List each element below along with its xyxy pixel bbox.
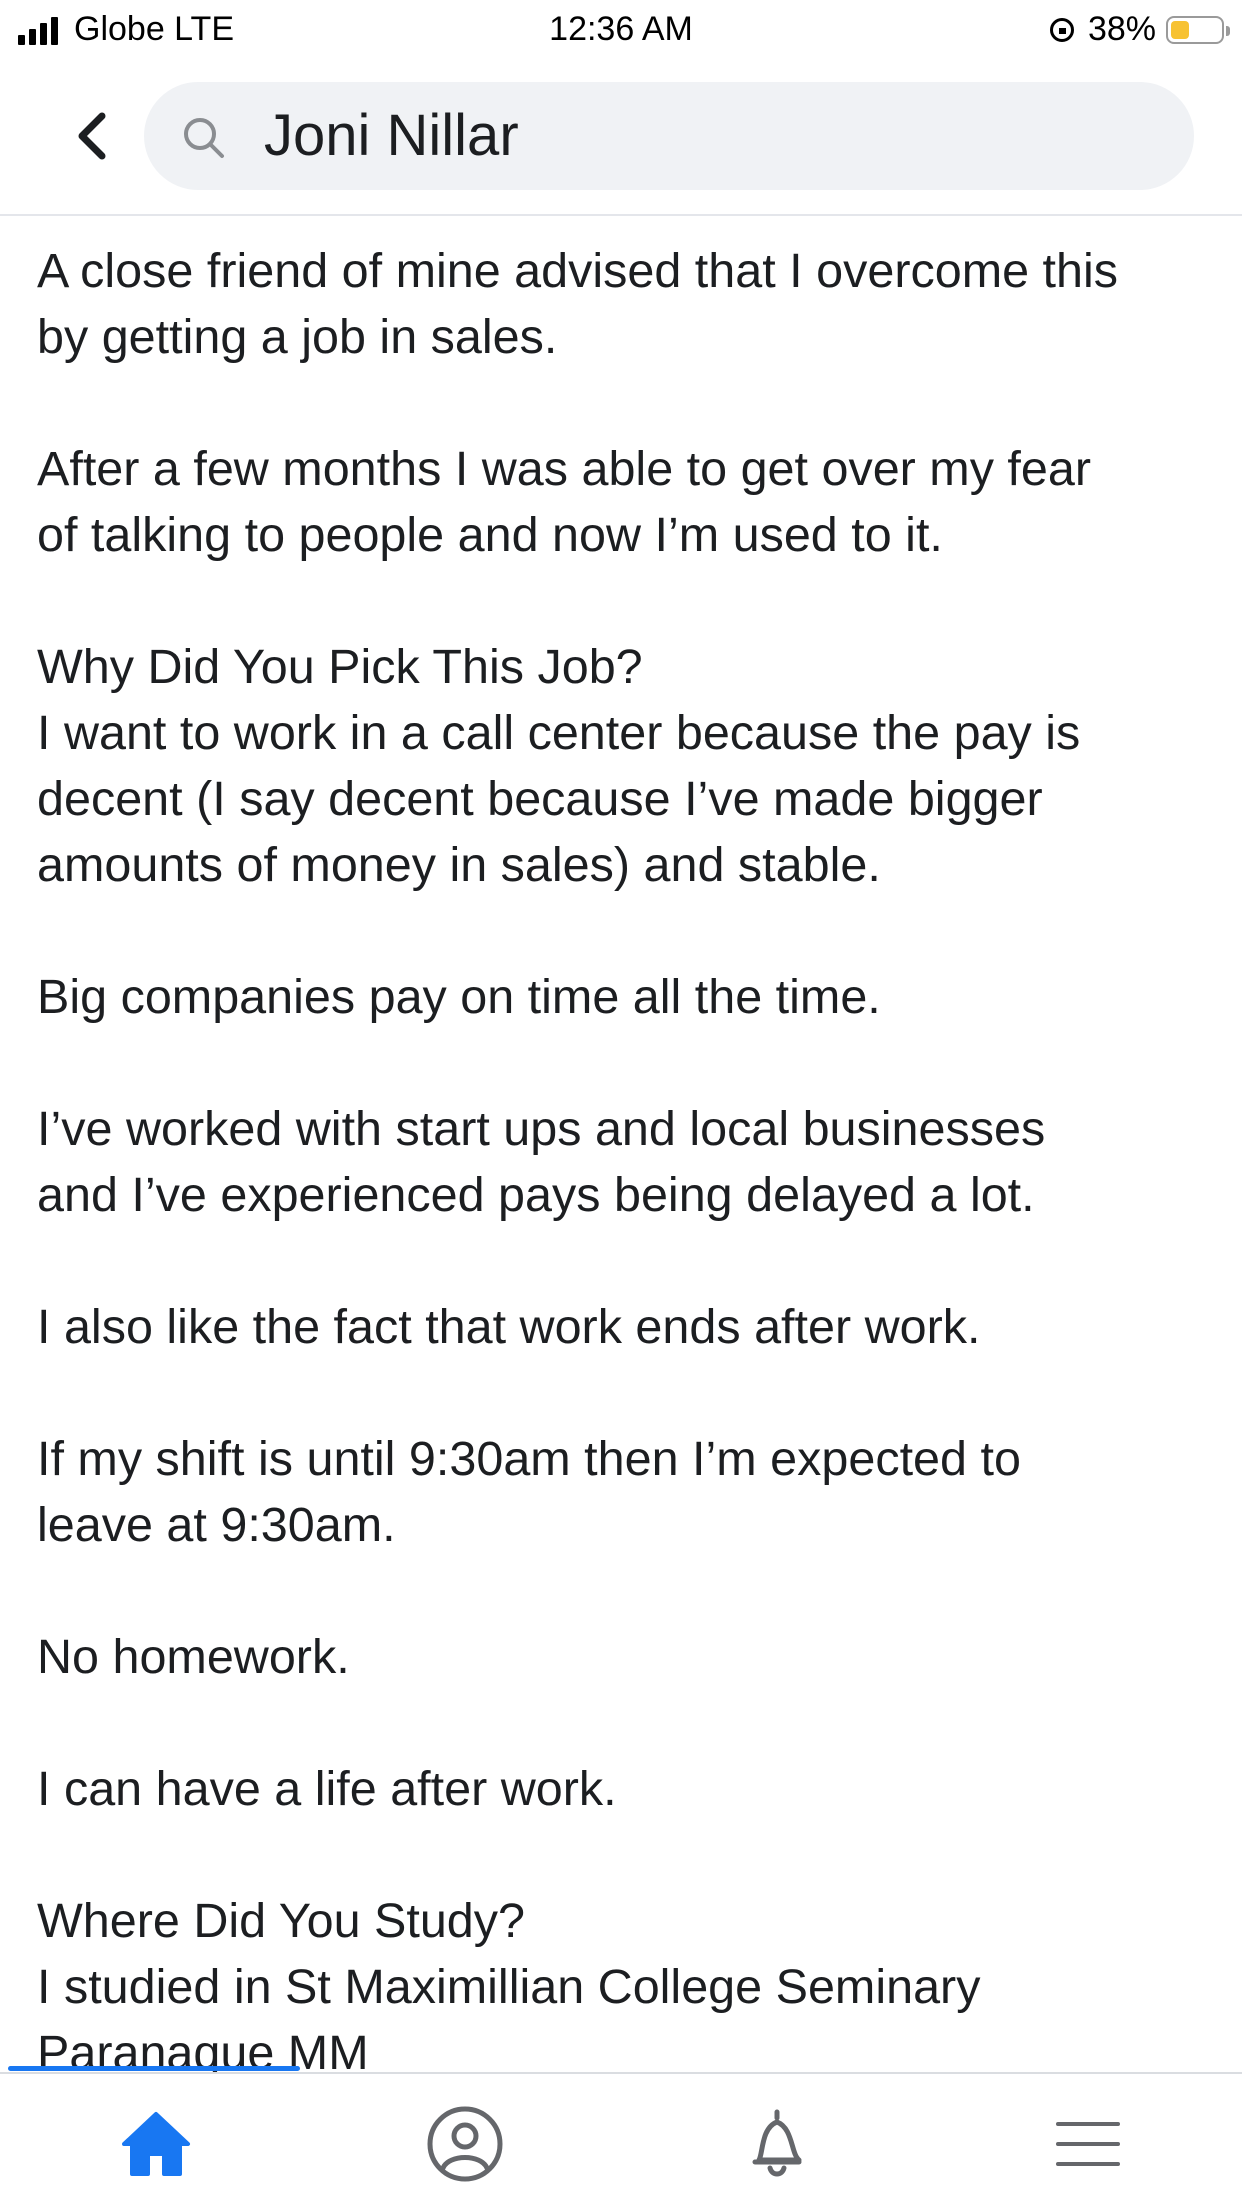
post-paragraph: I can have a life after work. [37, 1756, 1207, 1822]
profile-icon [427, 2106, 503, 2182]
post-text-line: I want to work in a call center because … [37, 706, 1081, 760]
orientation-lock-icon [1049, 17, 1074, 42]
menu-icon [1056, 2122, 1120, 2166]
app-screen: Globe LTE 12:36 AM 38% Joni Nillar A clo… [0, 0, 1242, 2208]
bottom-tab-bar [0, 2066, 1242, 2208]
post-text-line: of talking to people and now I’m used to… [37, 508, 943, 562]
post-text-line: leave at 9:30am. [37, 1498, 396, 1552]
post-paragraph: After a few months I was able to get ove… [37, 436, 1207, 568]
post-text-line: I can have a life after work. [37, 1762, 617, 1816]
post-paragraph: A close friend of mine advised that I ov… [37, 238, 1207, 370]
status-bar: Globe LTE 12:36 AM 38% [0, 0, 1242, 62]
search-icon [184, 118, 224, 158]
chevron-left-icon [78, 112, 106, 160]
post-text-line: No homework. [37, 1630, 350, 1684]
post-text-line: Where Did You Study? [37, 1894, 526, 1948]
post-text-line: Why Did You Pick This Job? [37, 640, 643, 694]
bell-icon [752, 2109, 802, 2177]
post-text-line: I studied in St Maximillian College Semi… [37, 1960, 981, 2014]
post-text-line: decent (I say decent because I’ve made b… [37, 772, 1043, 826]
post-paragraph: Why Did You Pick This Job? I want to work… [37, 634, 1207, 898]
post-paragraph: I also like the fact that work ends afte… [37, 1294, 1207, 1360]
post-paragraph: Where Did You Study? I studied in St Maxi… [37, 1888, 1207, 2073]
tab-menu[interactable] [1048, 2104, 1128, 2184]
home-icon [122, 2112, 190, 2176]
search-query[interactable]: Joni Nillar [264, 104, 519, 168]
post-text-line: A close friend of mine advised that I ov… [37, 244, 1119, 298]
tab-home[interactable] [116, 2104, 196, 2184]
active-tab-indicator [8, 2066, 300, 2071]
post-body: A close friend of mine advised that I ov… [37, 238, 1207, 2073]
tab-profile[interactable] [425, 2104, 505, 2184]
post-text-line: After a few months I was able to get ove… [37, 442, 1091, 496]
battery-icon [1166, 15, 1230, 44]
post-paragraph: If my shift is until 9:30am then I’m exp… [37, 1426, 1207, 1558]
search-input[interactable]: Joni Nillar [144, 82, 1194, 190]
post-text-line: I’ve worked with start ups and local bus… [37, 1102, 1046, 1156]
post-paragraph: Big companies pay on time all the time. [37, 964, 1207, 1030]
post-text-line: by getting a job in sales. [37, 310, 558, 364]
post-text-line: I also like the fact that work ends afte… [37, 1300, 981, 1354]
search-header: Joni Nillar [0, 62, 1242, 216]
battery-percent: 38% [1087, 10, 1156, 48]
post-paragraph: No homework. [37, 1624, 1207, 1690]
post-text-line: If my shift is until 9:30am then I’m exp… [37, 1432, 1021, 1486]
back-button[interactable] [68, 106, 118, 166]
tab-notifications[interactable] [737, 2104, 817, 2184]
post-text-line: Big companies pay on time all the time. [37, 970, 881, 1024]
post-paragraph: I’ve worked with start ups and local bus… [37, 1096, 1207, 1228]
status-right: 38% [1049, 10, 1230, 49]
battery-fill [1171, 20, 1189, 39]
post-text-line: amounts of money in sales) and stable. [37, 838, 881, 892]
post-text-line: and I’ve experienced pays being delayed … [37, 1168, 1035, 1222]
